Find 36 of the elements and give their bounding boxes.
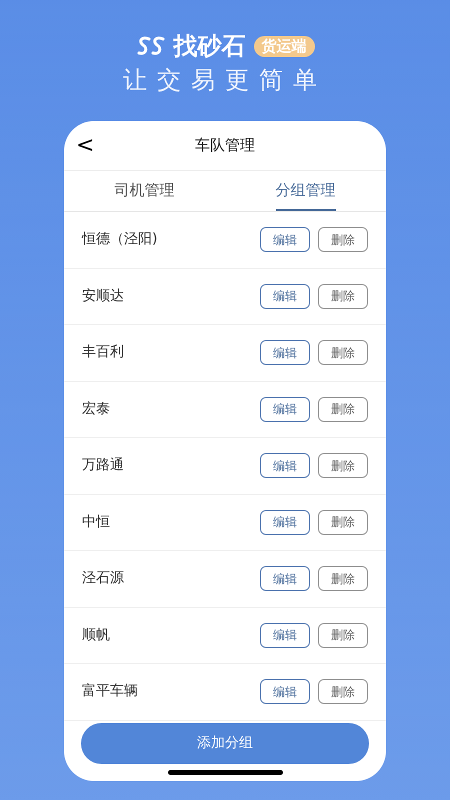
brand-badge: 货运端 bbox=[254, 36, 314, 56]
edit-button[interactable]: 编辑 bbox=[260, 510, 310, 535]
group-name: 宏泰 bbox=[82, 400, 111, 419]
delete-button[interactable]: 删除 bbox=[318, 566, 368, 592]
logo-icon bbox=[136, 35, 166, 57]
delete-button[interactable]: 删除 bbox=[318, 679, 368, 704]
delete-button[interactable]: 删除 bbox=[318, 622, 368, 648]
group-name: 恒德（泾阳) bbox=[82, 230, 158, 250]
group-name: 丰百利 bbox=[82, 343, 125, 362]
edit-button[interactable]: 编辑 bbox=[260, 284, 310, 309]
group-name: 中恒 bbox=[82, 512, 111, 532]
brand-name: 找砂石 bbox=[174, 34, 246, 58]
edit-button[interactable]: 编辑 bbox=[260, 622, 310, 648]
edit-button[interactable]: 编辑 bbox=[260, 679, 310, 704]
back-button[interactable]: < bbox=[76, 134, 94, 156]
edit-button[interactable]: 编辑 bbox=[260, 453, 310, 478]
edit-button[interactable]: 编辑 bbox=[260, 340, 310, 366]
delete-button[interactable]: 删除 bbox=[318, 510, 368, 535]
delete-button[interactable]: 删除 bbox=[318, 284, 368, 309]
edit-button[interactable]: 编辑 bbox=[260, 227, 310, 252]
delete-button[interactable]: 删除 bbox=[318, 227, 368, 252]
edit-button[interactable]: 编辑 bbox=[260, 396, 310, 422]
delete-button[interactable]: 删除 bbox=[318, 453, 368, 478]
add-group-button[interactable]: 添加分组 bbox=[81, 723, 369, 764]
group-name: 安顺达 bbox=[82, 286, 125, 306]
screen-title: 车队管理 bbox=[195, 135, 255, 156]
tab[interactable]: 司机管理 bbox=[114, 171, 174, 211]
tagline: 让交易更简单 bbox=[123, 68, 327, 92]
group-name: 富平车辆 bbox=[82, 682, 139, 702]
group-name: 泾石源 bbox=[82, 569, 125, 588]
tab[interactable]: 分组管理 bbox=[276, 171, 336, 211]
group-name: 顺帆 bbox=[82, 626, 111, 645]
delete-button[interactable]: 删除 bbox=[318, 340, 368, 366]
edit-button[interactable]: 编辑 bbox=[260, 566, 310, 592]
delete-button[interactable]: 删除 bbox=[318, 396, 368, 422]
group-name: 万路通 bbox=[82, 456, 125, 476]
